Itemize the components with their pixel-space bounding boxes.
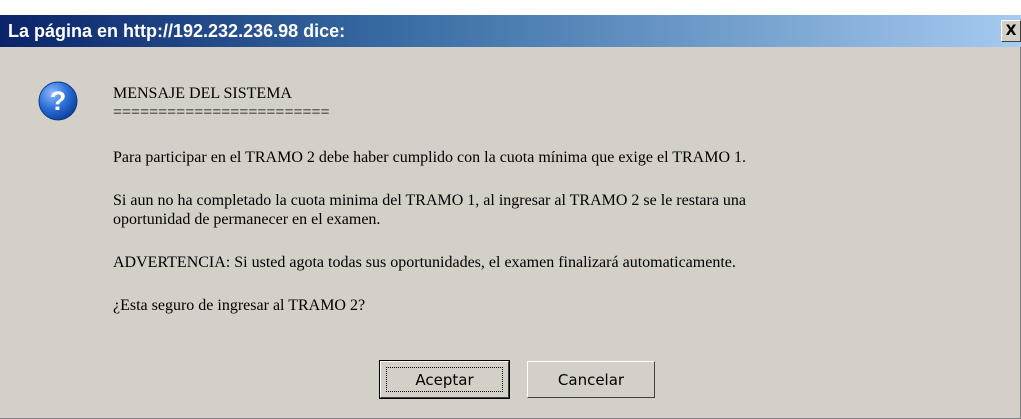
message-paragraph-warning: ADVERTENCIA: Si usted agota todas sus op… <box>113 254 736 271</box>
message-separator: ======================== <box>113 104 330 121</box>
close-icon: X <box>1005 23 1017 39</box>
page-background-strip <box>0 0 1021 15</box>
dialog-title: La página en http://192.232.236.98 dice: <box>8 20 346 41</box>
focus-ring <box>386 367 503 392</box>
dialog-message: MENSAJE DEL SISTEMA ====================… <box>113 84 993 315</box>
svg-text:?: ? <box>50 86 67 116</box>
accept-button[interactable]: Aceptar <box>379 360 510 399</box>
question-icon: ? <box>38 81 78 121</box>
message-title: MENSAJE DEL SISTEMA <box>113 85 292 102</box>
dialog-titlebar[interactable]: La página en http://192.232.236.98 dice:… <box>0 15 1021 47</box>
cancel-button-label: Cancelar <box>557 370 625 389</box>
message-paragraph-requirement: Para participar en el TRAMO 2 debe haber… <box>113 149 747 166</box>
close-button[interactable]: X <box>1001 20 1021 42</box>
message-paragraph-penalty-line1: Si aun no ha completado la cuota minima … <box>113 192 747 209</box>
cancel-button[interactable]: Cancelar <box>527 361 655 398</box>
message-question: ¿Esta seguro de ingresar al TRAMO 2? <box>113 297 366 314</box>
message-paragraph-penalty-line2: oportunidad de permanecer en el examen. <box>113 211 381 228</box>
